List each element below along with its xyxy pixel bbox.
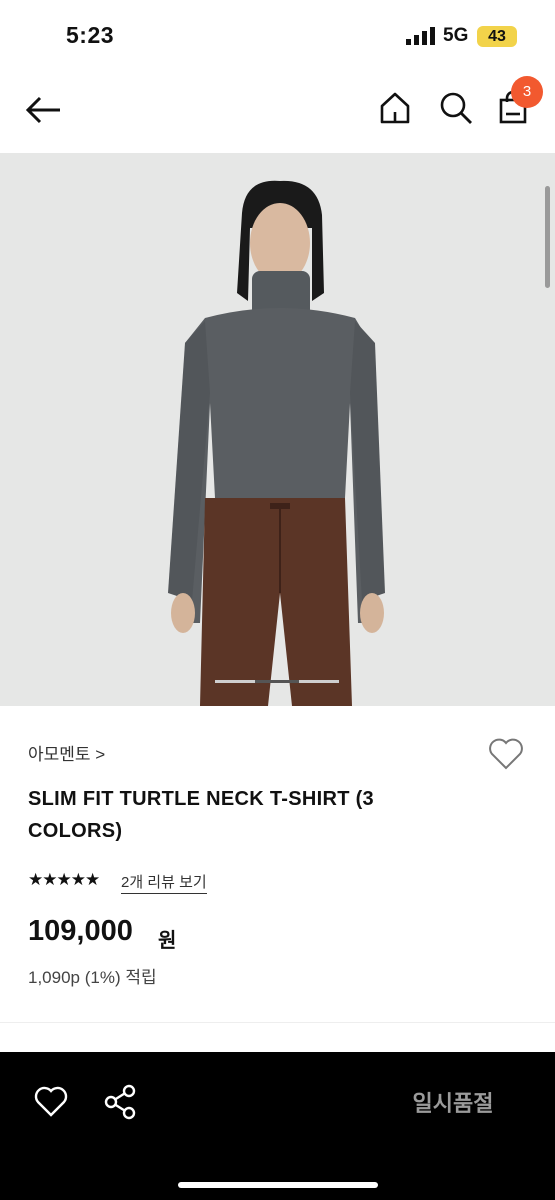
divider <box>0 1022 555 1023</box>
reward-points: 1,090p (1%) 적립 <box>28 968 157 987</box>
signal-icon <box>406 27 435 45</box>
status-bar: 5:23 5G 43 <box>0 0 555 72</box>
image-carousel-indicator <box>215 680 339 683</box>
wishlist-heart-icon[interactable] <box>34 1086 68 1118</box>
reviews-link[interactable]: 2개 리뷰 보기 <box>121 871 207 894</box>
bottom-action-bar: 일시품절 <box>0 1052 555 1200</box>
share-icon[interactable] <box>103 1084 137 1120</box>
product-title: SLIM FIT TURTLE NECK T-SHIRT (3 COLORS) <box>28 788 374 842</box>
status-time: 5:23 <box>66 22 115 48</box>
product-photo-illustration <box>0 153 555 706</box>
network-label: 5G <box>443 25 469 46</box>
product-image[interactable] <box>0 153 555 706</box>
soldout-button[interactable]: 일시품절 <box>380 1086 526 1118</box>
battery-indicator: 43 <box>477 26 517 47</box>
heart-icon[interactable] <box>487 737 525 771</box>
home-icon[interactable] <box>377 90 413 126</box>
search-icon[interactable] <box>438 90 474 126</box>
brand-link[interactable]: 아모멘토 > <box>28 740 105 765</box>
back-arrow-icon[interactable] <box>24 90 64 130</box>
cart-count-badge: 3 <box>511 76 543 108</box>
scrollbar[interactable] <box>545 186 550 288</box>
home-indicator <box>178 1182 378 1188</box>
price-currency: 원 <box>158 930 177 952</box>
product-price: 109,000 <box>28 915 133 947</box>
top-nav <box>0 72 555 152</box>
rating-stars: ★★★★★ <box>28 870 100 889</box>
